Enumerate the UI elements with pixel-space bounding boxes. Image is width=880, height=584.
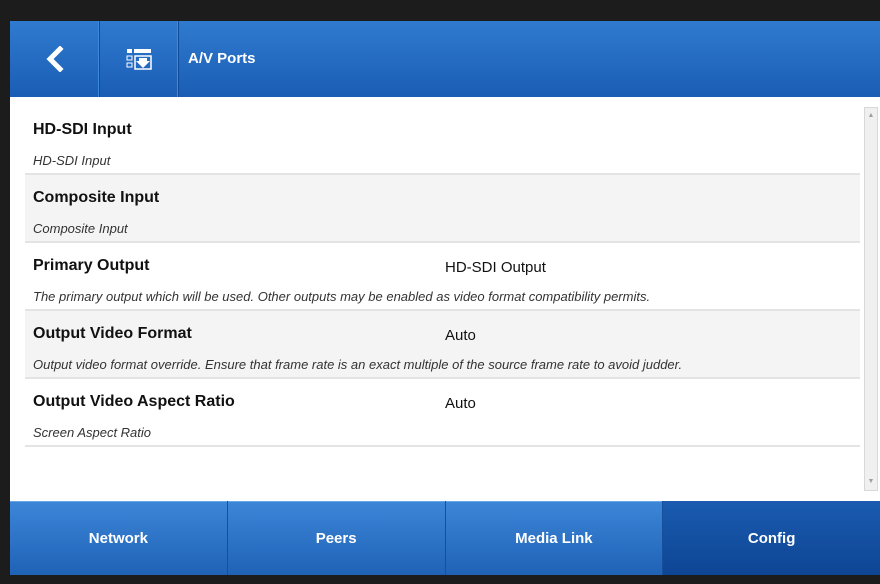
setting-title: Output Video Format bbox=[33, 325, 192, 342]
settings-list: HD-SDI Input HD-SDI Input Composite Inpu… bbox=[25, 107, 860, 447]
tab-config[interactable]: Config bbox=[663, 501, 880, 575]
header-bar: A/V Ports bbox=[10, 21, 880, 97]
setting-description: Composite Input bbox=[33, 221, 128, 236]
setting-row-hd-sdi-input[interactable]: HD-SDI Input HD-SDI Input bbox=[25, 107, 860, 175]
setting-row-output-video-aspect-ratio[interactable]: Output Video Aspect Ratio Auto Screen As… bbox=[25, 379, 860, 447]
setting-value: HD-SDI Output bbox=[445, 259, 546, 276]
setting-value: Auto bbox=[445, 327, 476, 344]
scroll-down-icon[interactable]: ▼ bbox=[865, 476, 877, 488]
back-button[interactable] bbox=[10, 21, 100, 97]
setting-description: HD-SDI Input bbox=[33, 153, 111, 168]
list-download-button[interactable] bbox=[100, 21, 179, 97]
page-title: A/V Ports bbox=[188, 50, 256, 67]
setting-value: Auto bbox=[445, 395, 476, 412]
scroll-up-icon[interactable]: ▲ bbox=[865, 110, 877, 122]
setting-title: Output Video Aspect Ratio bbox=[33, 393, 235, 410]
settings-panel: HD-SDI Input HD-SDI Input Composite Inpu… bbox=[10, 97, 880, 501]
setting-description: The primary output which will be used. O… bbox=[33, 289, 651, 304]
setting-description: Output video format override. Ensure tha… bbox=[33, 357, 683, 372]
download-list-icon bbox=[126, 49, 152, 70]
bottom-tab-bar: Network Peers Media Link Config bbox=[10, 501, 880, 575]
setting-title: HD-SDI Input bbox=[33, 121, 132, 138]
chevron-left-icon bbox=[45, 46, 64, 72]
tab-media-link[interactable]: Media Link bbox=[445, 501, 664, 575]
tab-peers[interactable]: Peers bbox=[227, 501, 446, 575]
setting-row-output-video-format[interactable]: Output Video Format Auto Output video fo… bbox=[25, 311, 860, 379]
vertical-scrollbar[interactable]: ▲ ▼ bbox=[864, 107, 878, 491]
setting-title: Composite Input bbox=[33, 189, 160, 206]
setting-row-composite-input[interactable]: Composite Input Composite Input bbox=[25, 175, 860, 243]
setting-row-primary-output[interactable]: Primary Output HD-SDI Output The primary… bbox=[25, 243, 860, 311]
setting-title: Primary Output bbox=[33, 257, 150, 274]
device-screen: A/V Ports HD-SDI Input HD-SDI Input Comp… bbox=[10, 21, 880, 575]
tab-network[interactable]: Network bbox=[10, 501, 228, 575]
setting-description: Screen Aspect Ratio bbox=[33, 425, 152, 440]
